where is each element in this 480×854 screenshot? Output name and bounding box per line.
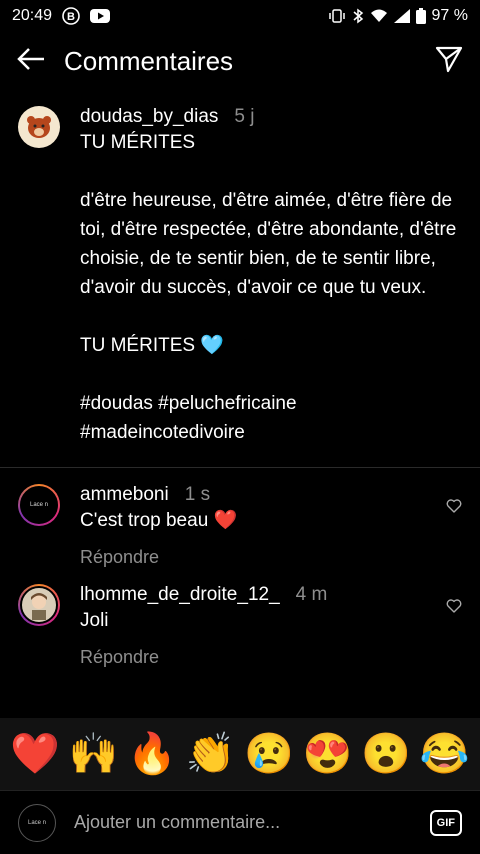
avatar-illustration [20, 586, 58, 624]
battery-icon [415, 8, 426, 24]
fire-emoji-button[interactable]: 🔥 [127, 734, 177, 774]
comment-input[interactable]: Ajouter un commentaire... [74, 812, 430, 833]
comment-item: lhomme_de_droite_12_ 4 m Joli Répondre [0, 568, 480, 668]
svg-text:B: B [67, 11, 75, 23]
heart-eyes-emoji-button[interactable]: 😍 [303, 734, 353, 774]
crying-face-emoji-button[interactable]: 😢 [244, 734, 294, 774]
comment-time: 1 s [184, 484, 211, 505]
comment-username[interactable]: lhomme_de_droite_12_ [80, 584, 280, 606]
vibrate-icon [328, 9, 346, 23]
bear-logo-icon [27, 116, 51, 138]
tears-of-joy-emoji-button[interactable]: 😂 [420, 734, 470, 774]
surprised-face-emoji-button[interactable]: 😮 [361, 734, 411, 774]
battery-level: 97 % [431, 7, 468, 24]
comments-list[interactable]: doudas_by_dias 5 j TU MÉRITES d'être heu… [0, 90, 480, 718]
comment-input-bar: Lace n Ajouter un commentaire... GIF [0, 790, 480, 854]
comment-text: Joli [80, 610, 109, 631]
person-illustration-icon [31, 593, 47, 620]
avatar: Lace n [18, 803, 56, 842]
emoji-quick-reactions: ❤️ 🙌 🔥 👏 😢 😍 😮 😂 [0, 718, 480, 790]
header: Commentaires [0, 32, 480, 90]
avatar-text: Lace n [20, 486, 58, 524]
youtube-icon [90, 9, 111, 23]
back-arrow-icon[interactable] [16, 47, 46, 76]
comment-username[interactable]: ammeboni [80, 484, 169, 506]
avatar[interactable] [18, 584, 60, 626]
comment-text: C'est trop beau ❤️ [80, 510, 238, 531]
raising-hands-emoji-button[interactable]: 🙌 [69, 734, 119, 774]
comment-item: Lace n ammeboni 1 s C'est trop beau ❤️ R… [0, 468, 480, 568]
gif-button[interactable]: GIF [429, 809, 462, 836]
red-heart-emoji-button[interactable]: ❤️ [10, 734, 60, 774]
original-post: doudas_by_dias 5 j TU MÉRITES d'être heu… [0, 90, 480, 447]
status-bar: 20:49 B 97 % [0, 0, 480, 32]
clapping-hands-emoji-button[interactable]: 👏 [186, 734, 236, 774]
avatar[interactable]: Lace n [18, 484, 60, 526]
avatar-text: Lace n [27, 819, 46, 826]
avatar[interactable] [18, 106, 60, 148]
signal-icon [393, 9, 410, 23]
post-time: 5 j [234, 106, 255, 127]
heart-like-icon[interactable] [446, 598, 462, 614]
post-text: TU MÉRITES d'être heureuse, d'être aimée… [80, 132, 457, 443]
comment-time: 4 m [295, 584, 328, 605]
wifi-icon [370, 9, 388, 23]
reply-button[interactable]: Répondre [80, 547, 462, 568]
page-title: Commentaires [64, 45, 234, 76]
bold-b-icon: B [62, 7, 80, 25]
status-time: 20:49 [12, 7, 53, 24]
post-username[interactable]: doudas_by_dias [80, 106, 218, 128]
bluetooth-icon [352, 8, 364, 24]
heart-like-icon[interactable] [446, 498, 462, 514]
share-send-icon[interactable] [434, 44, 464, 79]
reply-button[interactable]: Répondre [80, 647, 462, 668]
